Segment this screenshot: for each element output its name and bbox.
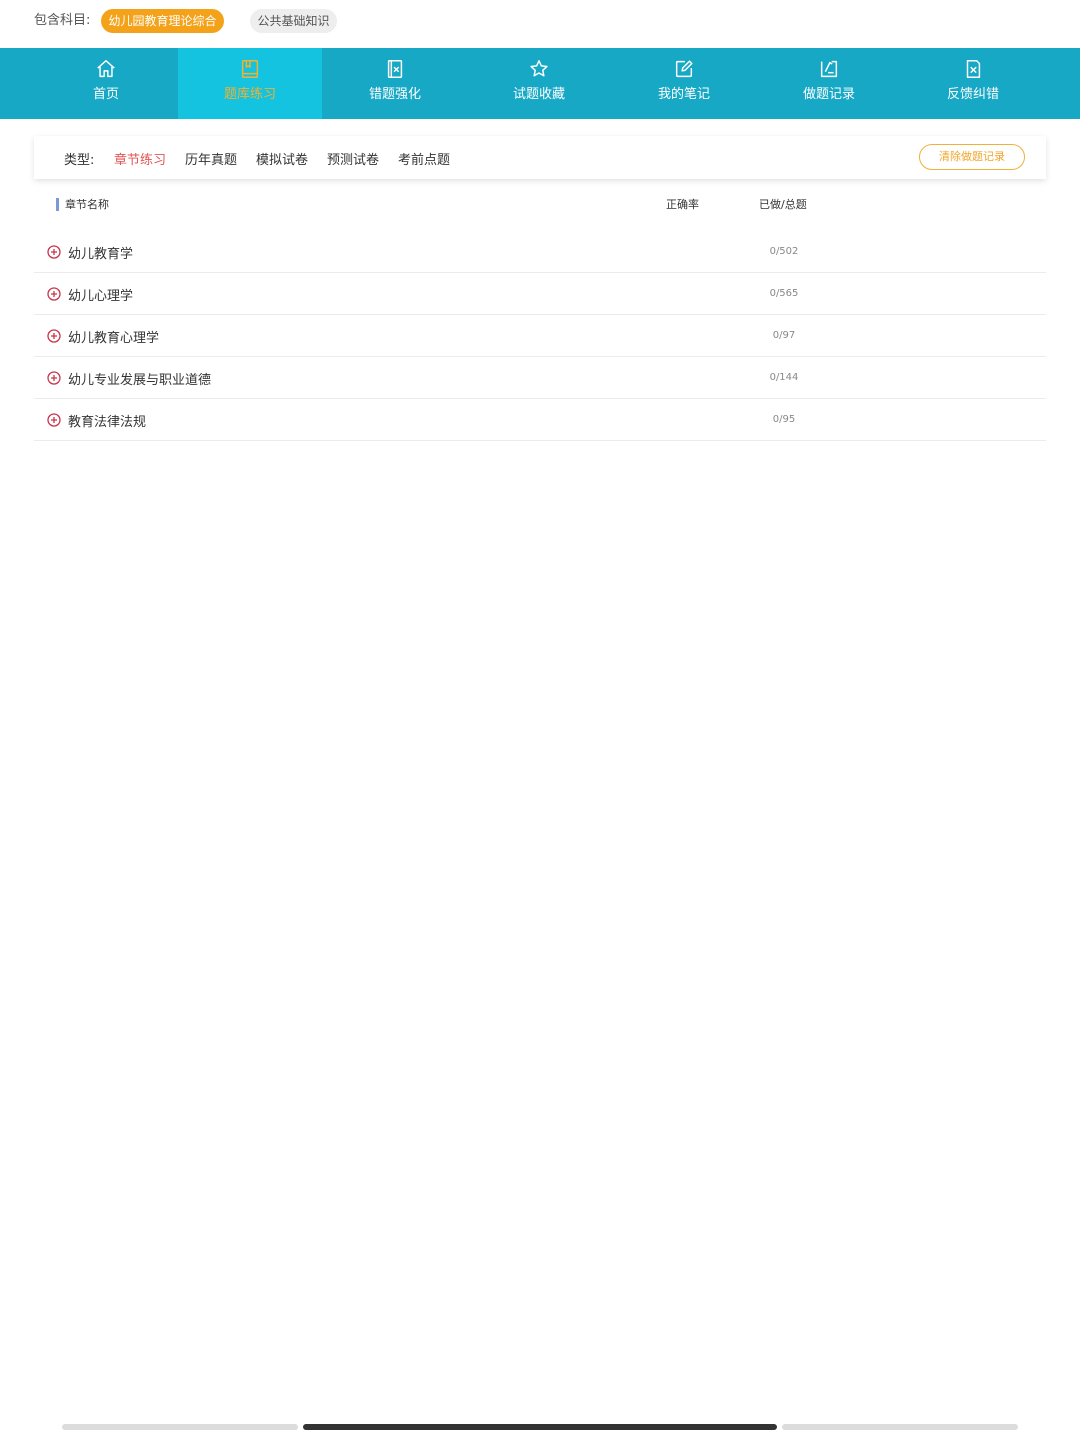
type-option-chapter[interactable]: 章节练习 [114,149,166,168]
nav-label-home: 首页 [92,87,119,102]
nav-item-notes[interactable]: 我的笔记 [612,48,756,119]
scroll-track-left [62,1424,298,1430]
type-option-pre-exam-tips[interactable]: 考前点题 [398,149,450,168]
table-row[interactable]: 教育法律法规 0/95 [34,399,1046,441]
table-row[interactable]: 幼儿心理学 0/565 [34,273,1046,315]
type-option-mock-exams[interactable]: 模拟试卷 [256,149,308,168]
expand-plus-icon[interactable] [47,329,61,343]
expand-plus-icon[interactable] [47,413,61,427]
chapter-name: 幼儿教育学 [68,247,134,262]
nav-label-records: 做题记录 [802,87,855,102]
subject-pill-preschool-theory[interactable]: 幼儿园教育理论综合 [101,9,224,33]
chapter-name: 幼儿专业发展与职业道德 [68,373,212,388]
progress-count: 0/144 [769,372,799,383]
progress-count: 0/565 [769,288,799,299]
subject-pill-public-basics[interactable]: 公共基础知识 [250,9,337,33]
table-row[interactable]: 幼儿教育学 0/502 [34,231,1046,273]
nav-item-records[interactable]: 做题记录 [757,48,901,119]
expand-plus-icon[interactable] [47,371,61,385]
edit-note-icon [675,60,693,78]
nav-item-question-bank[interactable]: 题库练习 [178,48,322,119]
book-icon [241,60,259,78]
expand-plus-icon[interactable] [47,287,61,301]
table-row[interactable]: 幼儿专业发展与职业道德 0/144 [34,357,1046,399]
nav-label-notes: 我的笔记 [657,87,710,102]
header-chapter-name: 章节名称 [65,198,109,211]
scroll-thumb[interactable] [303,1424,777,1430]
nav-item-mistakes[interactable]: 错题强化 [323,48,467,119]
type-filter-card: 类型: 章节练习 历年真题 模拟试卷 预测试卷 考前点题 清除做题记录 [34,136,1046,179]
chapter-name: 幼儿心理学 [68,289,134,304]
nav-label-mistakes: 错题强化 [368,87,421,102]
nav-label-feedback: 反馈纠错 [946,87,999,102]
progress-count: 0/97 [772,330,796,341]
nav-item-feedback[interactable]: 反馈纠错 [901,48,1045,119]
expand-plus-icon[interactable] [47,245,61,259]
nav-label-question-bank: 题库练习 [223,87,276,102]
progress-count: 0/502 [769,246,799,257]
subject-label: 包含科目: [34,13,91,28]
header-progress: 已做/总题 [759,198,807,211]
error-doc-icon [387,60,403,78]
nav-item-favorites[interactable]: 试题收藏 [467,48,611,119]
nav-item-home[interactable]: 首页 [34,48,178,119]
type-option-predicted-exams[interactable]: 预测试卷 [327,149,379,168]
subject-bar: 包含科目: 幼儿园教育理论综合 公共基础知识 [0,0,1080,48]
progress-count: 0/95 [772,414,796,425]
header-accuracy: 正确率 [666,198,699,211]
home-icon [97,60,115,78]
record-icon [820,60,838,78]
chapter-name: 幼儿教育心理学 [68,331,160,346]
feedback-x-icon [966,60,981,78]
table-row[interactable]: 幼儿教育心理学 0/97 [34,315,1046,357]
type-label: 类型: [64,153,95,168]
scroll-track-right [782,1424,1018,1430]
star-icon [530,60,548,77]
clear-records-button[interactable]: 清除做题记录 [919,144,1025,170]
main-nav: 首页 题库练习 错题强化 试题收藏 我的笔记 做题记录 反馈纠错 [0,48,1080,119]
section-marker [56,198,59,211]
chapter-name: 教育法律法规 [68,415,147,430]
type-option-past-exams[interactable]: 历年真题 [185,149,237,168]
nav-label-favorites: 试题收藏 [512,87,565,102]
